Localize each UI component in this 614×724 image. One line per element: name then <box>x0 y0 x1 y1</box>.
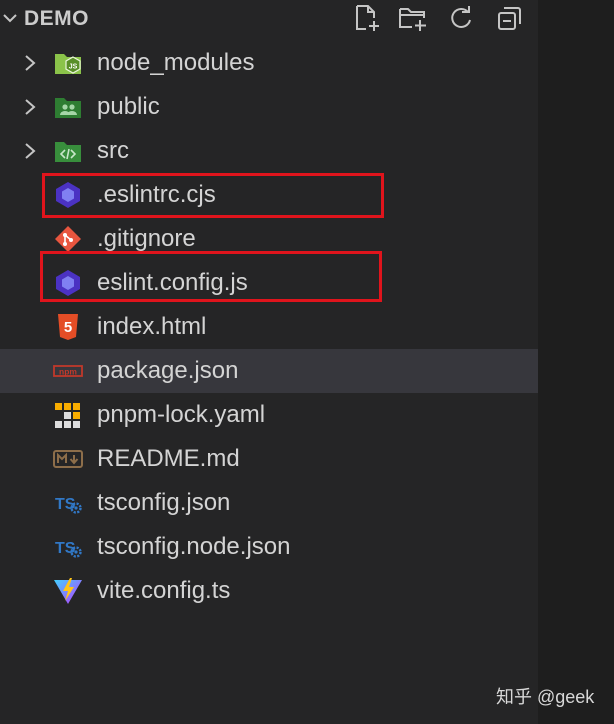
chevron-right-icon[interactable] <box>22 141 38 161</box>
tree-item-readme[interactable]: README.md <box>0 437 538 481</box>
tree-item-label: pnpm-lock.yaml <box>97 401 266 428</box>
chevron-right-icon[interactable] <box>22 53 38 73</box>
tree-item-label: vite.config.ts <box>97 577 231 604</box>
tsconfig-icon: TS <box>53 489 83 517</box>
git-icon <box>53 225 83 253</box>
tree-item-label: .gitignore <box>97 225 196 252</box>
tree-item-label: index.html <box>97 313 207 340</box>
tree-item-tsconfig[interactable]: TS tsconfig.json <box>0 481 538 525</box>
tree-item-label: src <box>97 137 129 164</box>
npm-icon: npm <box>53 357 83 385</box>
markdown-icon <box>53 445 83 473</box>
tree-item-label: tsconfig.node.json <box>97 533 291 560</box>
tree-item-tsconfig-node[interactable]: TS tsconfig.node.json <box>0 525 538 569</box>
tree-item-node-modules[interactable]: JS node_modules <box>0 41 538 85</box>
tree-item-package-json[interactable]: npm package.json <box>0 349 538 393</box>
new-file-icon[interactable] <box>352 3 382 33</box>
pnpm-icon <box>53 401 83 429</box>
vite-icon <box>53 577 83 605</box>
chevron-down-icon[interactable] <box>2 10 18 26</box>
tree-item-label: package.json <box>97 357 239 384</box>
folder-src-icon <box>53 137 83 165</box>
tree-item-label: README.md <box>97 445 240 472</box>
tree-item-index-html[interactable]: 5 index.html <box>0 305 538 349</box>
new-folder-icon[interactable] <box>398 3 428 33</box>
tree-item-label: tsconfig.json <box>97 489 231 516</box>
svg-text:5: 5 <box>64 319 72 336</box>
tree-item-src[interactable]: src <box>0 129 538 173</box>
collapse-all-icon[interactable] <box>495 3 525 33</box>
tree-item-public[interactable]: public <box>0 85 538 129</box>
tree-item-pnpm-lock[interactable]: pnpm-lock.yaml <box>0 393 538 437</box>
highlight-box-eslint-config <box>40 251 382 302</box>
tree-item-vite-config[interactable]: vite.config.ts <box>0 569 538 613</box>
explorer-title: DEMO <box>24 7 89 30</box>
explorer-header[interactable]: DEMO <box>0 0 538 38</box>
folder-node-icon: JS <box>53 49 83 77</box>
watermark: 知乎 @geek <box>496 687 595 707</box>
highlight-box-eslintrc <box>42 173 384 218</box>
folder-public-icon <box>53 93 83 121</box>
refresh-icon[interactable] <box>446 3 476 33</box>
html5-icon: 5 <box>53 313 83 341</box>
svg-text:npm: npm <box>59 367 77 377</box>
tree-item-label: node_modules <box>97 49 255 76</box>
chevron-right-icon[interactable] <box>22 97 38 117</box>
tree-item-label: public <box>97 93 160 120</box>
svg-text:JS: JS <box>69 64 78 71</box>
tsconfig-icon: TS <box>53 533 83 561</box>
